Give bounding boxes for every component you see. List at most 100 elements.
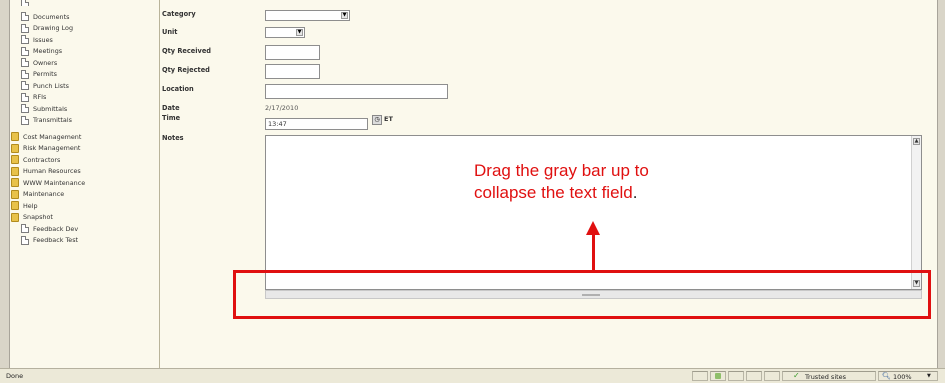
folder-icon (11, 132, 19, 141)
document-icon (21, 12, 29, 21)
sidebar-item-label: Maintenance (23, 190, 65, 198)
sidebar-item-label: Transmittals (33, 116, 72, 124)
sidebar-item-label: Human Resources (23, 167, 81, 175)
time-label: Time (162, 114, 181, 122)
chevron-down-icon[interactable]: ▼ (341, 12, 348, 19)
qty-rejected-label: Qty Rejected (162, 66, 210, 74)
folder-icon (11, 189, 19, 199)
document-icon (21, 69, 29, 79)
document-icon (21, 235, 29, 245)
sidebar-item-feedback-test[interactable]: Feedback Test (21, 235, 78, 246)
annotation-arrow-shaft (592, 233, 595, 273)
notes-scrollbar[interactable]: ▲ ▼ (911, 136, 921, 289)
sidebar-item-label: Documents (33, 12, 70, 21)
chevron-down-icon[interactable]: ▼ (927, 373, 931, 379)
status-bar: Done ✓ Trusted sites 🔍︎ 100% ▼ (0, 368, 945, 383)
security-zone[interactable]: ✓ Trusted sites (782, 371, 876, 381)
document-icon (21, 23, 29, 33)
document-icon (21, 92, 29, 102)
status-cell (692, 371, 708, 381)
sidebar-item-maintenance[interactable]: Maintenance (11, 189, 64, 200)
category-select[interactable]: ▼ (265, 10, 350, 21)
document-icon (21, 0, 29, 6)
category-label: Category (162, 10, 196, 18)
annotation-period: . (632, 183, 638, 202)
sidebar-item-permits[interactable]: Permits (21, 69, 57, 80)
sidebar-item-label: Issues (33, 35, 53, 44)
annotation-line-2: collapse the text field (474, 183, 633, 202)
folder-icon (11, 212, 19, 222)
sidebar-item-label: Owners (33, 58, 58, 67)
sidebar-item-submittals[interactable]: Submittals (21, 103, 67, 114)
location-label: Location (162, 85, 194, 93)
document-icon (21, 46, 29, 56)
time-input[interactable]: 13:47 (265, 118, 368, 130)
sidebar-item-www-maintenance[interactable]: WWW Maintenance (11, 177, 85, 188)
date-value: 2/17/2010 (265, 104, 299, 112)
notes-label: Notes (162, 134, 184, 142)
sidebar-item-label: Punch Lists (33, 81, 69, 90)
sidebar-item-label: WWW Maintenance (23, 178, 86, 187)
document-icon (21, 58, 29, 67)
unit-label: Unit (162, 28, 178, 36)
scroll-up-icon[interactable]: ▲ (913, 138, 920, 145)
sidebar-item-snapshot[interactable]: Snapshot (11, 212, 53, 223)
qty-received-input[interactable] (265, 45, 320, 60)
chevron-down-icon[interactable]: ▼ (296, 29, 303, 36)
sidebar-item-label: Feedback Dev (33, 224, 79, 233)
qty-received-label: Qty Received (162, 47, 212, 55)
status-cell (728, 371, 744, 381)
folder-icon (11, 166, 19, 176)
sidebar-item-cost-management[interactable]: Cost Management (11, 131, 81, 142)
sidebar-item-help[interactable]: Help (11, 200, 38, 211)
folder-icon (11, 178, 19, 187)
folder-icon (11, 155, 19, 164)
sidebar-item-documents[interactable]: Documents (21, 11, 69, 22)
folder-icon (11, 201, 19, 210)
document-icon (21, 224, 29, 233)
status-cell (764, 371, 780, 381)
annotation-arrow-icon (586, 221, 600, 235)
folder-icon (11, 143, 19, 153)
sidebar-item-meetings[interactable]: Meetings (21, 46, 62, 57)
sidebar-item-human-resources[interactable]: Human Resources (11, 166, 81, 177)
sidebar-item-label: Feedback Test (33, 236, 79, 244)
sidebar-item-feedback-dev[interactable]: Feedback Dev (21, 223, 78, 234)
annotation-text: Drag the gray bar up to collapse the tex… (474, 160, 804, 204)
sidebar-item-label: RFIs (33, 93, 47, 101)
status-cell (710, 371, 726, 381)
sidebar-tree: Documents Drawing Log Issues Meetings Owners… (10, 0, 160, 368)
sidebar-item-label: Snapshot (23, 213, 53, 221)
window-frame-right (937, 0, 945, 368)
sidebar-item-rfis[interactable]: RFIs (21, 92, 46, 103)
sidebar-item-label: Meetings (33, 47, 63, 55)
annotation-highlight-box (233, 270, 931, 319)
sidebar-item-risk-management[interactable]: Risk Management (11, 143, 80, 154)
document-icon (21, 35, 29, 44)
sidebar-item-label: Drawing Log (33, 24, 74, 32)
tree-item-partial[interactable] (21, 0, 33, 6)
zoom-icon: 🔍︎ (882, 372, 891, 380)
sidebar-item-contractors[interactable]: Contractors (11, 154, 60, 165)
sidebar-item-owners[interactable]: Owners (21, 57, 57, 68)
zoom-control[interactable]: 🔍︎ 100% ▼ (878, 371, 938, 381)
sidebar-item-punch-lists[interactable]: Punch Lists (21, 80, 69, 91)
qty-rejected-input[interactable] (265, 64, 320, 79)
clock-icon[interactable]: ◷ (372, 115, 382, 125)
status-cell (746, 371, 762, 381)
location-input[interactable] (265, 84, 448, 99)
checkmark-icon: ✓ (793, 371, 800, 380)
annotation-line-1: Drag the gray bar up to (474, 161, 649, 180)
zone-label: Trusted sites (805, 373, 847, 381)
sidebar-item-label: Contractors (23, 155, 61, 164)
sidebar-item-label: Cost Management (23, 132, 82, 141)
sidebar-item-label: Submittals (33, 104, 68, 113)
sidebar-item-drawing-log[interactable]: Drawing Log (21, 23, 73, 34)
sidebar-item-label: Permits (33, 70, 57, 78)
date-label: Date (162, 104, 180, 112)
unit-select[interactable]: ▼ (265, 27, 305, 38)
sidebar-item-transmittals[interactable]: Transmittals (21, 115, 72, 126)
sidebar-item-issues[interactable]: Issues (21, 34, 53, 45)
window-frame-left (0, 0, 10, 368)
sidebar-item-label: Risk Management (23, 144, 81, 152)
